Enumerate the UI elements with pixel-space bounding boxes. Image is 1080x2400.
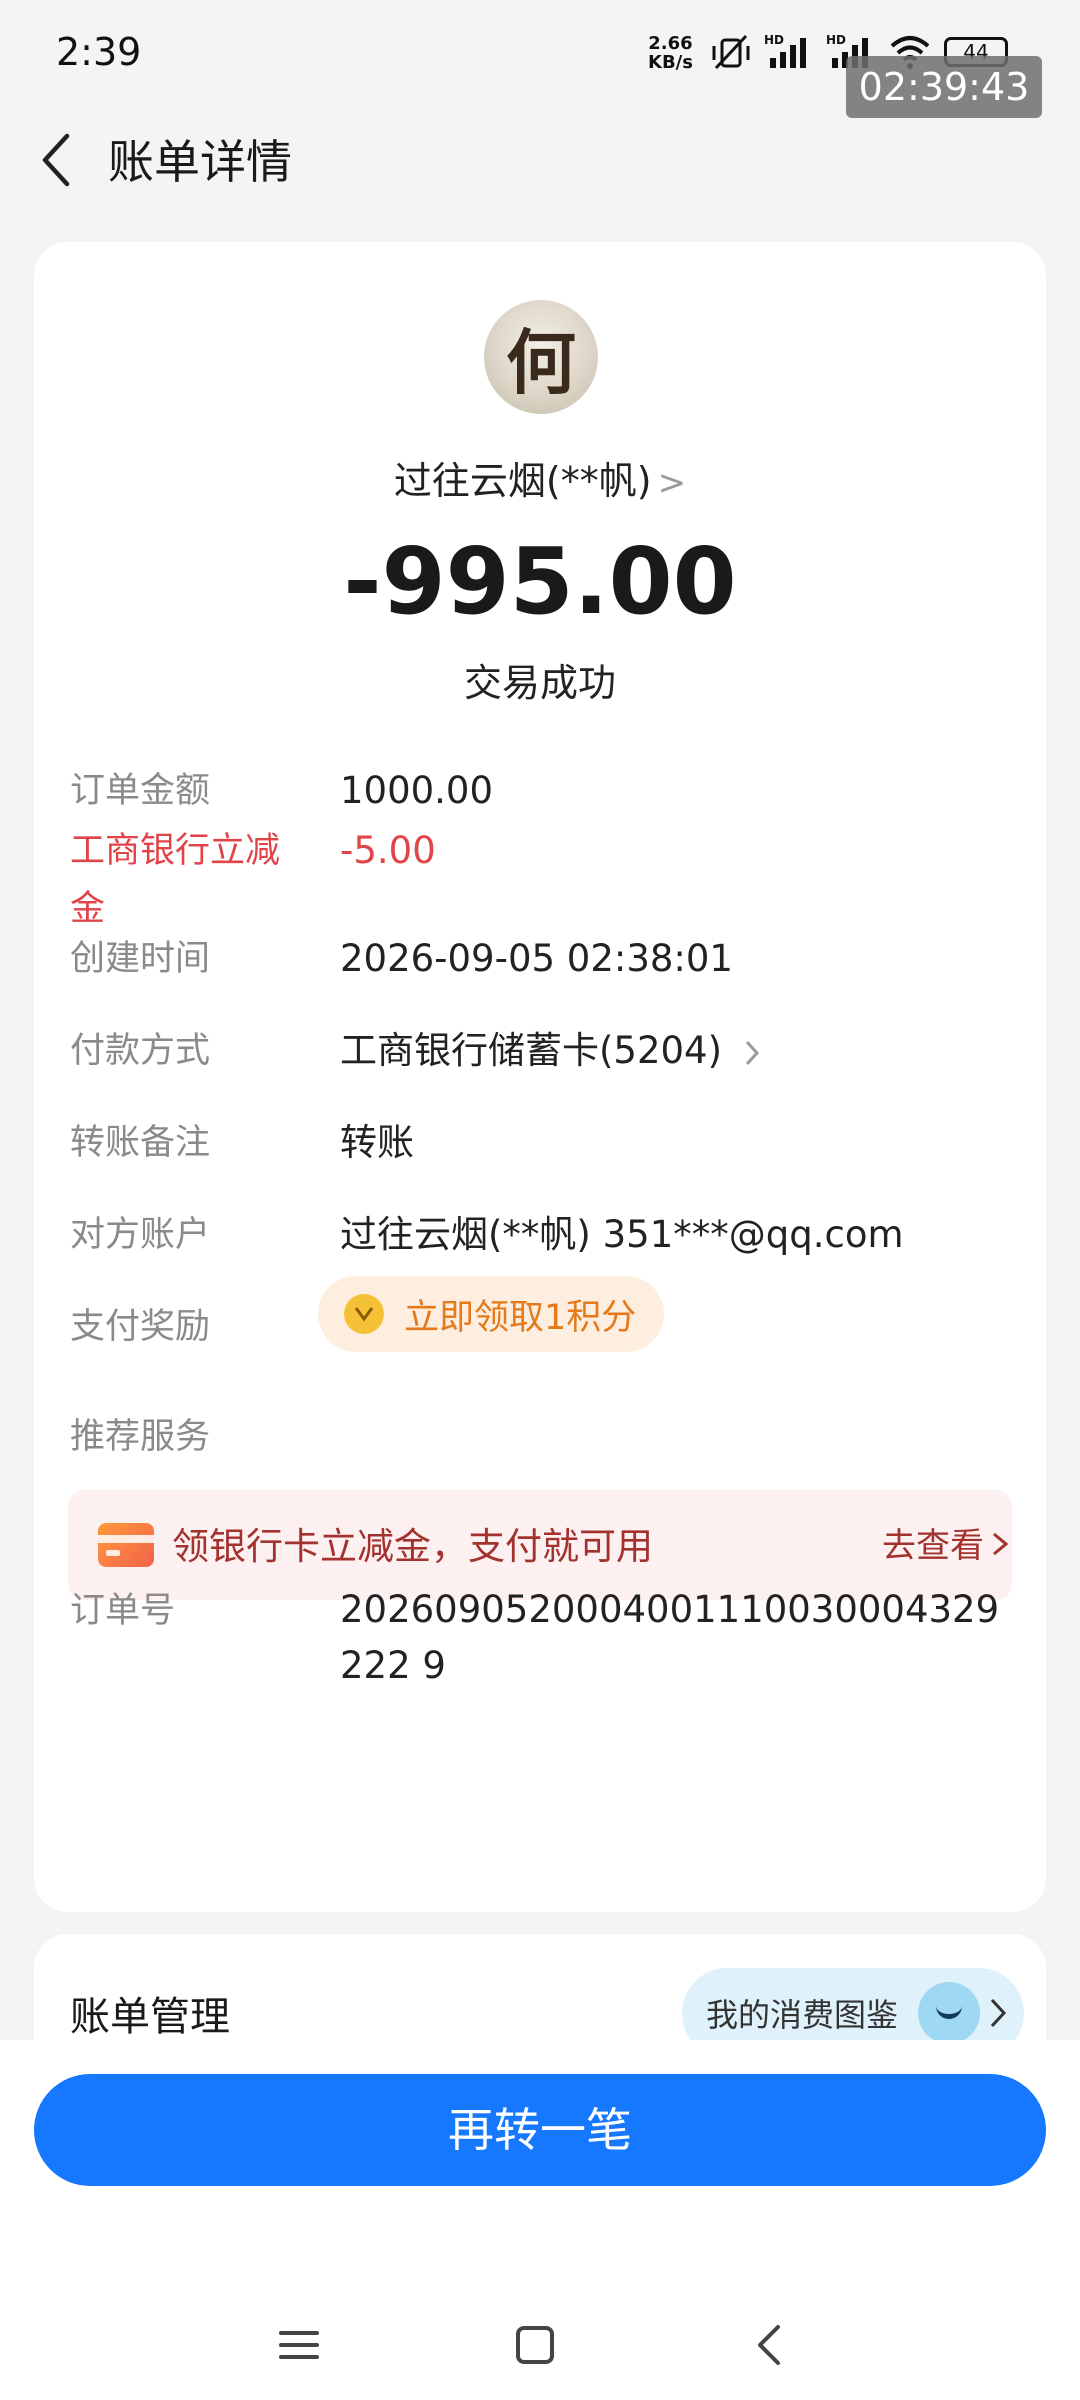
- back-arrow-icon: [42, 133, 70, 187]
- app-header: 账单详情: [0, 110, 1080, 210]
- avatar-logo-icon: 何: [506, 320, 576, 404]
- payment-method-value: 工商银行储蓄卡(5204): [340, 1029, 723, 1072]
- reward-label: 支付奖励: [70, 1307, 211, 1347]
- recording-clock: 02:39:43: [846, 56, 1042, 118]
- net-speed: 2.66 KB/s: [648, 34, 693, 72]
- coin-icon: [344, 1294, 384, 1334]
- system-nav-bar: [0, 2290, 1080, 2400]
- back-nav-button[interactable]: [734, 2310, 804, 2380]
- chevron-right-icon: >: [657, 463, 687, 503]
- net-speed-value: 2.66: [648, 33, 693, 54]
- chevron-right-icon: [745, 1040, 759, 1065]
- created-time-label: 创建时间: [70, 939, 211, 979]
- status-bar: 2:39 2.66 KB/s HD HD 44 02:39:43: [0, 0, 1080, 118]
- svg-text:HD: HD: [764, 33, 784, 47]
- chevron-right-icon: [993, 1532, 1009, 1556]
- payee-name: 过往云烟(**帆): [393, 459, 652, 503]
- bank-card-icon: [98, 1523, 154, 1567]
- menu-nav-button[interactable]: [264, 2310, 334, 2380]
- transaction-amount: -995.00: [343, 528, 737, 635]
- menu-icon: [279, 2331, 319, 2359]
- payment-method-label: 付款方式: [70, 1031, 211, 1071]
- payee-avatar[interactable]: 何: [484, 300, 598, 414]
- net-speed-unit: KB/s: [648, 52, 693, 73]
- transfer-again-button[interactable]: 再转一笔: [34, 2074, 1046, 2186]
- counterparty-value: 过往云烟(**帆) 351***@qq.com: [340, 1213, 904, 1256]
- order-amount-label: 订单金额: [70, 771, 211, 811]
- consumption-guide-label: 我的消费图鉴: [706, 1996, 899, 2034]
- payment-method-link[interactable]: 工商银行储蓄卡(5204): [340, 1022, 762, 1080]
- reward-text: 立即领取1积分: [404, 1297, 637, 1338]
- order-number-label: 订单号: [70, 1591, 176, 1631]
- status-time: 2:39: [56, 30, 142, 74]
- order-number-value: 2026090520004001110030004329222 9: [340, 1588, 1000, 1687]
- order-amount-value: 1000.00: [340, 769, 494, 812]
- signal-hd-icon: HD: [764, 33, 806, 68]
- nav-back-icon: [758, 2325, 780, 2365]
- transfer-note-value: 转账: [340, 1121, 414, 1164]
- chevron-right-icon: [990, 1998, 1007, 2028]
- svg-text:HD: HD: [826, 33, 846, 47]
- transfer-note-label: 转账备注: [70, 1123, 211, 1163]
- promo-view-link[interactable]: 去查看: [882, 1518, 984, 1567]
- bill-detail-card: 何 过往云烟(**帆) > -995.00 交易成功 订单金额 1000.00 工…: [34, 242, 1046, 1912]
- bottom-action-area: 再转一笔: [0, 2040, 1080, 2400]
- back-button[interactable]: [26, 128, 86, 192]
- home-icon: [516, 2326, 554, 2364]
- page-title: 账单详情: [108, 135, 292, 189]
- mascot-icon: [918, 1982, 980, 2044]
- discount-value: -5.00: [340, 829, 436, 872]
- transaction-status: 交易成功: [463, 661, 616, 705]
- recommend-label: 推荐服务: [70, 1417, 211, 1457]
- mute-vibrate-icon: [712, 34, 750, 70]
- claim-points-button[interactable]: 立即领取1积分: [318, 1276, 664, 1352]
- payee-link[interactable]: 过往云烟(**帆) >: [34, 450, 1046, 505]
- home-nav-button[interactable]: [500, 2310, 570, 2380]
- bill-management-title: 账单管理: [70, 1994, 230, 2040]
- promo-text: 领银行卡立减金，支付就可用: [172, 1525, 653, 1568]
- counterparty-label: 对方账户: [70, 1215, 211, 1255]
- created-time-value: 2026-09-05 02:38:01: [340, 937, 733, 980]
- discount-label: 工商银行立减金: [70, 831, 281, 929]
